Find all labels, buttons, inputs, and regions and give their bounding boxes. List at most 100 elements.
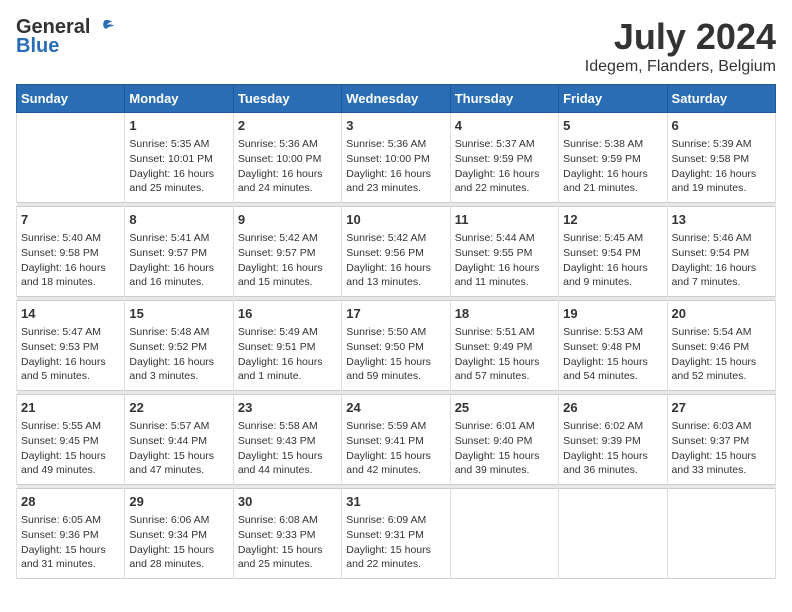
sunset-text: Sunset: 9:57 PM [129, 247, 207, 259]
sunrise-text: Sunrise: 5:57 AM [129, 420, 209, 432]
calendar-cell: 16Sunrise: 5:49 AMSunset: 9:51 PMDayligh… [233, 301, 341, 391]
daylight-text: Daylight: 15 hours and 33 minutes. [672, 450, 757, 477]
sunset-text: Sunset: 9:54 PM [563, 247, 641, 259]
sunset-text: Sunset: 9:56 PM [346, 247, 424, 259]
sunrise-text: Sunrise: 5:41 AM [129, 232, 209, 244]
daylight-text: Daylight: 15 hours and 39 minutes. [455, 450, 540, 477]
header-day-monday: Monday [125, 85, 233, 113]
day-number: 19 [563, 305, 662, 323]
header-row: SundayMondayTuesdayWednesdayThursdayFrid… [17, 85, 776, 113]
daylight-text: Daylight: 16 hours and 16 minutes. [129, 262, 214, 289]
sunset-text: Sunset: 9:40 PM [455, 435, 533, 447]
daylight-text: Daylight: 16 hours and 9 minutes. [563, 262, 648, 289]
logo: General Blue [16, 16, 114, 58]
sunset-text: Sunset: 9:41 PM [346, 435, 424, 447]
calendar-cell: 22 Sunrise: 5:57 AM Sunset: 9:44 PM Dayligh… [125, 395, 233, 485]
logo-bird-icon [92, 17, 114, 39]
sunrise-text: Sunrise: 5:36 AM [346, 138, 426, 150]
sunset-text: Sunset: 9:44 PM [129, 435, 207, 447]
daylight-text: Daylight: 15 hours and 54 minutes. [563, 356, 648, 383]
sunrise-text: Sunrise: 5:45 AM [563, 232, 643, 244]
day-number: 11 [455, 211, 554, 229]
sunrise-text: Sunrise: 5:47 AM [21, 326, 101, 338]
sunrise-text: Sunrise: 5:54 AM [672, 326, 752, 338]
calendar-cell: 24Sunrise: 5:59 AMSunset: 9:41 PMDayligh… [342, 395, 450, 485]
sunset-text: Sunset: 9:31 PM [346, 529, 424, 541]
daylight-text: Daylight: 15 hours and 59 minutes. [346, 356, 431, 383]
day-number: 5 [563, 117, 662, 135]
sunrise-text: Sunrise: 6:09 AM [346, 514, 426, 526]
sunrise-text: Sunrise: 6:03 AM [672, 420, 752, 432]
daylight-text: Daylight: 16 hours and 3 minutes. [129, 356, 214, 383]
day-number: 23 [238, 399, 337, 417]
calendar-cell: 1Sunrise: 5:35 AMSunset: 10:01 PMDayligh… [125, 113, 233, 203]
day-number: 6 [672, 117, 771, 135]
calendar-cell: 18Sunrise: 5:51 AMSunset: 9:49 PMDayligh… [450, 301, 558, 391]
calendar-cell: 27Sunrise: 6:03 AMSunset: 9:37 PMDayligh… [667, 395, 775, 485]
day-number: 28 [21, 493, 120, 511]
calendar-cell: 26Sunrise: 6:02 AMSunset: 9:39 PMDayligh… [559, 395, 667, 485]
daylight-text: Daylight: 15 hours and 52 minutes. [672, 356, 757, 383]
day-number: 24 [346, 399, 445, 417]
sunrise-text: Sunrise: 5:46 AM [672, 232, 752, 244]
calendar-cell: 9Sunrise: 5:42 AMSunset: 9:57 PMDaylight… [233, 207, 341, 297]
daylight-text: Daylight: 15 hours and 25 minutes. [238, 544, 323, 571]
sunset-text: Sunset: 9:55 PM [455, 247, 533, 259]
sunrise-text: Sunrise: 6:01 AM [455, 420, 535, 432]
day-number: 16 [238, 305, 337, 323]
calendar-cell: 13Sunrise: 5:46 AMSunset: 9:54 PMDayligh… [667, 207, 775, 297]
daylight-text: Daylight: 15 hours and 36 minutes. [563, 450, 648, 477]
calendar-cell: 12Sunrise: 5:45 AMSunset: 9:54 PMDayligh… [559, 207, 667, 297]
daylight-text: Daylight: 16 hours and 21 minutes. [563, 168, 648, 195]
calendar-cell: 5Sunrise: 5:38 AMSunset: 9:59 PMDaylight… [559, 113, 667, 203]
daylight-text: Daylight: 16 hours and 5 minutes. [21, 356, 106, 383]
sunrise-text: Sunrise: 5:50 AM [346, 326, 426, 338]
day-number: 21 [21, 399, 120, 417]
calendar-cell: 3Sunrise: 5:36 AMSunset: 10:00 PMDayligh… [342, 113, 450, 203]
daylight-text: Daylight: 15 hours and 47 minutes. [129, 450, 214, 477]
sunrise-text: Sunrise: 6:06 AM [129, 514, 209, 526]
day-number: 7 [21, 211, 120, 229]
calendar-cell: 30Sunrise: 6:08 AMSunset: 9:33 PMDayligh… [233, 489, 341, 579]
day-number: 31 [346, 493, 445, 511]
day-number: 3 [346, 117, 445, 135]
day-number: 26 [563, 399, 662, 417]
week-row-2: 7Sunrise: 5:40 AMSunset: 9:58 PMDaylight… [17, 207, 776, 297]
daylight-text: Daylight: 15 hours and 28 minutes. [129, 544, 214, 571]
day-number: 10 [346, 211, 445, 229]
sunset-text: Sunset: 9:59 PM [563, 153, 641, 165]
calendar-cell: 10Sunrise: 5:42 AMSunset: 9:56 PMDayligh… [342, 207, 450, 297]
week-row-5: 28Sunrise: 6:05 AMSunset: 9:36 PMDayligh… [17, 489, 776, 579]
week-row-3: 14Sunrise: 5:47 AMSunset: 9:53 PMDayligh… [17, 301, 776, 391]
header-day-tuesday: Tuesday [233, 85, 341, 113]
day-number: 1 [129, 117, 228, 135]
calendar-cell: 28Sunrise: 6:05 AMSunset: 9:36 PMDayligh… [17, 489, 125, 579]
sunset-text: Sunset: 9:58 PM [672, 153, 750, 165]
daylight-text: Daylight: 16 hours and 22 minutes. [455, 168, 540, 195]
daylight-text: Daylight: 16 hours and 25 minutes. [129, 168, 214, 195]
calendar-cell: 2Sunrise: 5:36 AMSunset: 10:00 PMDayligh… [233, 113, 341, 203]
header-day-saturday: Saturday [667, 85, 775, 113]
sunset-text: Sunset: 10:00 PM [238, 153, 321, 165]
daylight-text: Daylight: 15 hours and 57 minutes. [455, 356, 540, 383]
sunset-text: Sunset: 9:51 PM [238, 341, 316, 353]
day-number: 8 [129, 211, 228, 229]
daylight-text: Daylight: 16 hours and 7 minutes. [672, 262, 757, 289]
day-number: 27 [672, 399, 771, 417]
calendar-cell: 15Sunrise: 5:48 AMSunset: 9:52 PMDayligh… [125, 301, 233, 391]
daylight-text: Daylight: 15 hours and 49 minutes. [21, 450, 106, 477]
day-number: 17 [346, 305, 445, 323]
daylight-text: Daylight: 16 hours and 23 minutes. [346, 168, 431, 195]
calendar-cell [450, 489, 558, 579]
day-number: 22 [129, 399, 228, 417]
sunset-text: Sunset: 9:58 PM [21, 247, 99, 259]
daylight-text: Daylight: 16 hours and 1 minute. [238, 356, 323, 383]
sunrise-text: Sunrise: 5:42 AM [346, 232, 426, 244]
sunset-text: Sunset: 9:50 PM [346, 341, 424, 353]
sunrise-text: Sunrise: 5:36 AM [238, 138, 318, 150]
day-number: 25 [455, 399, 554, 417]
header-day-sunday: Sunday [17, 85, 125, 113]
day-number: 9 [238, 211, 337, 229]
calendar-cell: 19Sunrise: 5:53 AMSunset: 9:48 PMDayligh… [559, 301, 667, 391]
calendar-cell [559, 489, 667, 579]
